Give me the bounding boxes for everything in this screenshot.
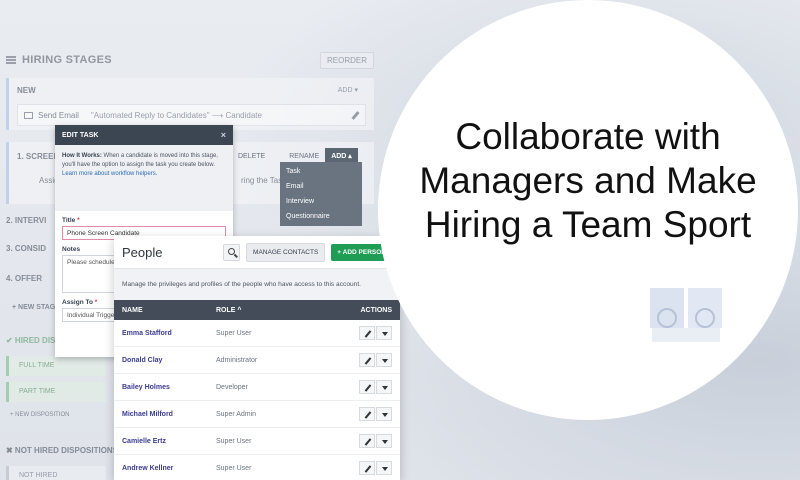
row-actions (356, 353, 392, 367)
people-table-body: Emma Stafford Super User Donald Clay Admini… (114, 320, 400, 480)
headline: Collaborate with Managers and Make Hirin… (419, 116, 757, 245)
person-role: Super User (216, 464, 252, 472)
stages-header: HIRING STAGES REORDER (0, 46, 380, 74)
chevron-down-icon[interactable] (376, 380, 392, 394)
title-label-text: Title (62, 217, 76, 224)
assign-label-text: Assign To (62, 299, 93, 306)
chevron-down-icon[interactable] (376, 407, 392, 421)
stage-new-label: NEW (17, 86, 36, 95)
dropdown-item-questionnaire[interactable]: Questionnaire (280, 209, 362, 224)
table-row: Donald Clay Administrator (114, 347, 400, 374)
person-name[interactable]: Camielle Ertz (122, 438, 216, 445)
chevron-down-icon[interactable] (376, 353, 392, 367)
person-role: Super Admin (216, 410, 257, 418)
row-actions (356, 407, 392, 421)
table-row: Emma Stafford Super User (114, 320, 400, 347)
row-actions (356, 434, 392, 448)
stage-new: NEW ADD ▾ Send Email "Automated Reply to… (6, 78, 374, 130)
person-name[interactable]: Emma Stafford (122, 330, 216, 337)
part-time-item[interactable]: PART TIME (6, 382, 106, 402)
stage-offer[interactable]: 4. OFFER (6, 274, 42, 283)
row-actions (356, 380, 392, 394)
pencil-icon[interactable] (359, 461, 375, 475)
workflow-helpers-link[interactable]: Learn more about workflow helpers. (62, 171, 157, 177)
pencil-icon[interactable] (359, 353, 375, 367)
people-card: People MANAGE CONTACTS + ADD PERSON Mana… (114, 236, 400, 480)
dropdown-item-interview[interactable]: Interview (280, 194, 362, 209)
row-actions (356, 461, 392, 475)
pencil-icon[interactable] (351, 111, 360, 120)
table-row: Andrew Kellner Super User (114, 455, 400, 480)
column-actions: ACTIONS (360, 306, 393, 314)
new-stage-button[interactable]: + NEW STAGE (12, 304, 60, 311)
title-field-label: Title * (62, 217, 80, 224)
table-row: Bailey Holmes Developer (114, 374, 400, 401)
close-icon[interactable]: × (221, 130, 226, 140)
table-row: Michael Milford Super Admin (114, 401, 400, 428)
person-name[interactable]: Andrew Kellner (122, 465, 216, 472)
not-hired-dispositions: ✖ NOT HIRED DISPOSITIONS (6, 446, 119, 455)
person-role: Administrator (216, 356, 258, 364)
rename-button[interactable]: RENAME (289, 153, 319, 160)
people-description: Manage the privileges and profiles of th… (114, 268, 400, 300)
send-email-label: Send Email (38, 110, 79, 120)
stage-consider[interactable]: 3. CONSID (6, 244, 46, 253)
person-role: Super User (216, 329, 252, 337)
delete-button[interactable]: DELETE (238, 153, 265, 160)
chevron-down-icon[interactable] (376, 326, 392, 340)
pencil-icon[interactable] (359, 326, 375, 340)
new-disposition-button[interactable]: + NEW DISPOSITION (10, 412, 70, 418)
row-actions (356, 326, 392, 340)
chevron-down-icon[interactable] (376, 434, 392, 448)
send-email-row[interactable]: Send Email "Automated Reply to Candidate… (17, 104, 366, 126)
how-it-works-box: How It Works: When a candidate is moved … (55, 145, 233, 211)
team-illustration (650, 288, 722, 342)
stages-title: HIRING STAGES (6, 54, 112, 66)
person-role: Developer (216, 383, 248, 391)
people-header: People MANAGE CONTACTS + ADD PERSON (114, 236, 400, 268)
people-title: People (122, 244, 163, 260)
not-hired-item[interactable]: NOT HIRED (6, 466, 106, 480)
search-button[interactable] (223, 243, 241, 261)
edit-task-title: EDIT TASK (62, 131, 99, 139)
hired-dispositions: ✔ HIRED DISP (6, 336, 61, 345)
send-email-detail: "Automated Reply to Candidates" ⟶ Candid… (90, 110, 262, 120)
add-dropdown-menu: Task Email Interview Questionnaire (280, 162, 362, 226)
pencil-icon[interactable] (359, 434, 375, 448)
list-icon (6, 56, 16, 64)
pencil-icon[interactable] (359, 407, 375, 421)
how-it-works-bold: How It Works: (62, 153, 102, 159)
stage-new-add[interactable]: ADD ▾ (338, 86, 358, 94)
chevron-down-icon[interactable] (376, 461, 392, 475)
edit-task-header: EDIT TASK × (55, 125, 233, 145)
dropdown-item-task[interactable]: Task (280, 164, 362, 179)
full-time-item[interactable]: FULL TIME (6, 356, 106, 376)
table-row: Camielle Ertz Super User (114, 428, 400, 455)
person-name[interactable]: Donald Clay (122, 357, 216, 364)
stage-interview[interactable]: 2. INTERVI (6, 216, 46, 225)
manage-contacts-button[interactable]: MANAGE CONTACTS (246, 242, 326, 262)
person-name[interactable]: Michael Milford (122, 411, 216, 418)
person-name[interactable]: Bailey Holmes (122, 384, 216, 391)
stages-title-text: HIRING STAGES (22, 54, 112, 66)
mail-icon (24, 112, 33, 119)
table-header: NAME ROLE ^ ACTIONS (114, 300, 400, 320)
column-role[interactable]: ROLE ^ (216, 307, 356, 314)
person-role: Super User (216, 437, 252, 445)
dropdown-item-email[interactable]: Email (280, 179, 362, 194)
column-name[interactable]: NAME (122, 307, 216, 314)
pencil-icon[interactable] (359, 380, 375, 394)
stage-screen-label: 1. SCREEN (17, 152, 60, 161)
reorder-button[interactable]: REORDER (319, 51, 374, 69)
